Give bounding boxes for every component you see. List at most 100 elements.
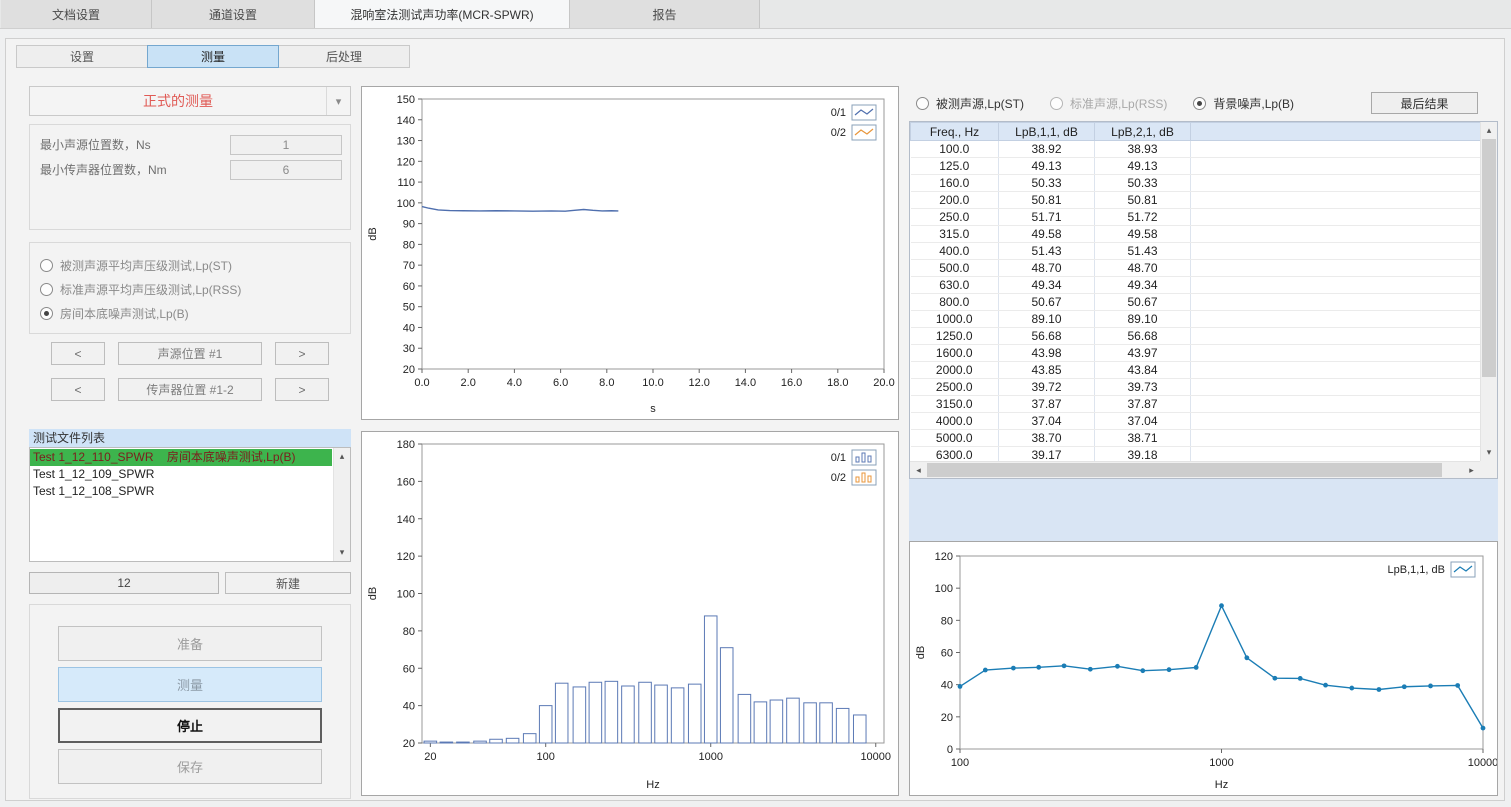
test-type-radio-3[interactable]: 房间本底噪声测试,Lp(B) — [40, 301, 350, 325]
table-row[interactable]: 500.048.7048.70 — [911, 260, 1481, 277]
svg-text:16.0: 16.0 — [781, 377, 802, 389]
table-cell: 49.34 — [999, 277, 1095, 294]
table-vertical-scrollbar[interactable]: ▴ ▾ — [1480, 122, 1497, 461]
table-row[interactable]: 800.050.6750.67 — [911, 294, 1481, 311]
scroll-up-icon[interactable]: ▴ — [334, 448, 350, 465]
param-value-input[interactable]: 1 — [230, 135, 342, 155]
table-cell: 50.81 — [1095, 192, 1191, 209]
svg-text:10000: 10000 — [860, 751, 891, 763]
sub-tab-2[interactable]: 测量 — [147, 45, 279, 68]
table-row[interactable]: 1250.056.6856.68 — [911, 328, 1481, 345]
table-cell: 100.0 — [911, 141, 999, 158]
result-chart: 020406080100120100100010000HzdBLpB,1,1, … — [910, 542, 1497, 795]
svg-text:20: 20 — [403, 364, 415, 376]
scroll-right-icon[interactable]: ▸ — [1463, 462, 1480, 478]
list-item-2[interactable]: Test 1_12_109_SPWR — [30, 466, 332, 483]
table-cell-filler — [1191, 311, 1481, 328]
svg-text:120: 120 — [397, 551, 415, 563]
param-label: 最小传声器位置数，Nm — [40, 161, 230, 178]
result-source-radio-2[interactable]: 标准声源,Lp(RSS) — [1050, 91, 1167, 115]
table-row[interactable]: 160.050.3350.33 — [911, 175, 1481, 192]
table-horizontal-scrollbar[interactable]: ◂ ▸ — [910, 461, 1480, 478]
table-row[interactable]: 100.038.9238.93 — [911, 141, 1481, 158]
scrollbar-track[interactable] — [927, 462, 1463, 478]
source-next-button[interactable]: > — [275, 342, 329, 365]
chevron-down-icon[interactable]: ▾ — [326, 87, 350, 115]
svg-text:s: s — [650, 403, 656, 415]
table-cell: 51.43 — [999, 243, 1095, 260]
table-cell-filler — [1191, 430, 1481, 447]
table-row[interactable]: 250.051.7151.72 — [911, 209, 1481, 226]
source-position-button[interactable]: 声源位置 #1 — [118, 342, 262, 365]
table-cell: 51.43 — [1095, 243, 1191, 260]
table-cell: 50.33 — [1095, 175, 1191, 192]
test-file-list[interactable]: ▴ ▾ Test 1_12_110_SPWR 房间本底噪声测试,Lp(B)Tes… — [29, 447, 351, 562]
table-cell: 50.33 — [999, 175, 1095, 192]
table-cell: 49.13 — [1095, 158, 1191, 175]
radio-icon — [916, 97, 929, 110]
scrollbar-thumb[interactable] — [927, 463, 1442, 477]
table-row[interactable]: 400.051.4351.43 — [911, 243, 1481, 260]
table-row[interactable]: 4000.037.0437.04 — [911, 413, 1481, 430]
table-cell: 49.58 — [999, 226, 1095, 243]
action-button-3[interactable]: 停止 — [58, 708, 322, 743]
action-button-4[interactable]: 保存 — [58, 749, 322, 784]
table-cell: 49.34 — [1095, 277, 1191, 294]
main-panel: 设置测量后处理 正式的测量 ▾ 最小声源位置数，Ns1最小传声器位置数，Nm6 … — [5, 38, 1505, 801]
svg-text:10.0: 10.0 — [642, 377, 663, 389]
table-cell-filler — [1191, 158, 1481, 175]
list-item-3[interactable]: Test 1_12_108_SPWR — [30, 483, 332, 500]
action-button-1[interactable]: 准备 — [58, 626, 322, 661]
scroll-left-icon[interactable]: ◂ — [910, 462, 927, 478]
scrollbar-track[interactable] — [1481, 139, 1497, 444]
table-cell: 630.0 — [911, 277, 999, 294]
top-tab-2[interactable]: 通道设置 — [152, 0, 315, 28]
svg-text:6.0: 6.0 — [553, 377, 568, 389]
table-cell: 39.73 — [1095, 379, 1191, 396]
sub-tab-1[interactable]: 设置 — [16, 45, 148, 68]
radio-label: 标准声源平均声压级测试,Lp(RSS) — [60, 281, 241, 298]
list-item-1[interactable]: Test 1_12_110_SPWR 房间本底噪声测试,Lp(B) — [30, 449, 332, 466]
table-row[interactable]: 3150.037.8737.87 — [911, 396, 1481, 413]
table-row[interactable]: 630.049.3449.34 — [911, 277, 1481, 294]
scroll-down-icon[interactable]: ▾ — [1481, 444, 1497, 461]
test-type-radio-2[interactable]: 标准声源平均声压级测试,Lp(RSS) — [40, 277, 350, 301]
source-position-nav: < 声源位置 #1 > — [51, 342, 329, 365]
mic-prev-button[interactable]: < — [51, 378, 105, 401]
table-row[interactable]: 315.049.5849.58 — [911, 226, 1481, 243]
radio-icon — [1050, 97, 1063, 110]
result-source-radio-1[interactable]: 被测声源,Lp(ST) — [916, 91, 1024, 115]
top-tab-4[interactable]: 报告 — [570, 0, 760, 28]
scroll-up-icon[interactable]: ▴ — [1481, 122, 1497, 139]
counter-button[interactable]: 12 — [29, 572, 219, 594]
source-prev-button[interactable]: < — [51, 342, 105, 365]
scrollbar-track[interactable] — [334, 465, 350, 544]
file-list-scrollbar[interactable]: ▴ ▾ — [333, 448, 350, 561]
table-row[interactable]: 5000.038.7038.71 — [911, 430, 1481, 447]
sub-tab-3[interactable]: 后处理 — [278, 45, 410, 68]
table-row[interactable]: 2500.039.7239.73 — [911, 379, 1481, 396]
test-type-radio-1[interactable]: 被测声源平均声压级测试,Lp(ST) — [40, 253, 350, 277]
final-result-button[interactable]: 最后结果 — [1371, 92, 1478, 114]
scrollbar-thumb[interactable] — [1482, 139, 1496, 377]
svg-text:90: 90 — [403, 219, 415, 231]
radio-label: 背景噪声,Lp(B) — [1213, 95, 1294, 112]
mic-next-button[interactable]: > — [275, 378, 329, 401]
measurement-mode-select[interactable]: 正式的测量 ▾ — [29, 86, 351, 116]
param-value-input[interactable]: 6 — [230, 160, 342, 180]
top-tab-1[interactable]: 文档设置 — [0, 0, 152, 28]
scroll-down-icon[interactable]: ▾ — [334, 544, 350, 561]
action-button-2[interactable]: 测量 — [58, 667, 322, 702]
table-row[interactable]: 1000.089.1089.10 — [911, 311, 1481, 328]
new-button[interactable]: 新建 — [225, 572, 351, 594]
table-row[interactable]: 125.049.1349.13 — [911, 158, 1481, 175]
table-cell: 500.0 — [911, 260, 999, 277]
mic-position-button[interactable]: 传声器位置 #1-2 — [118, 378, 262, 401]
table-row[interactable]: 2000.043.8543.84 — [911, 362, 1481, 379]
table-cell-filler — [1191, 226, 1481, 243]
table-cell: 2000.0 — [911, 362, 999, 379]
table-row[interactable]: 1600.043.9843.97 — [911, 345, 1481, 362]
result-source-radio-3[interactable]: 背景噪声,Lp(B) — [1193, 91, 1294, 115]
table-row[interactable]: 200.050.8150.81 — [911, 192, 1481, 209]
top-tab-3[interactable]: 混响室法测试声功率(MCR-SPWR) — [315, 0, 570, 28]
